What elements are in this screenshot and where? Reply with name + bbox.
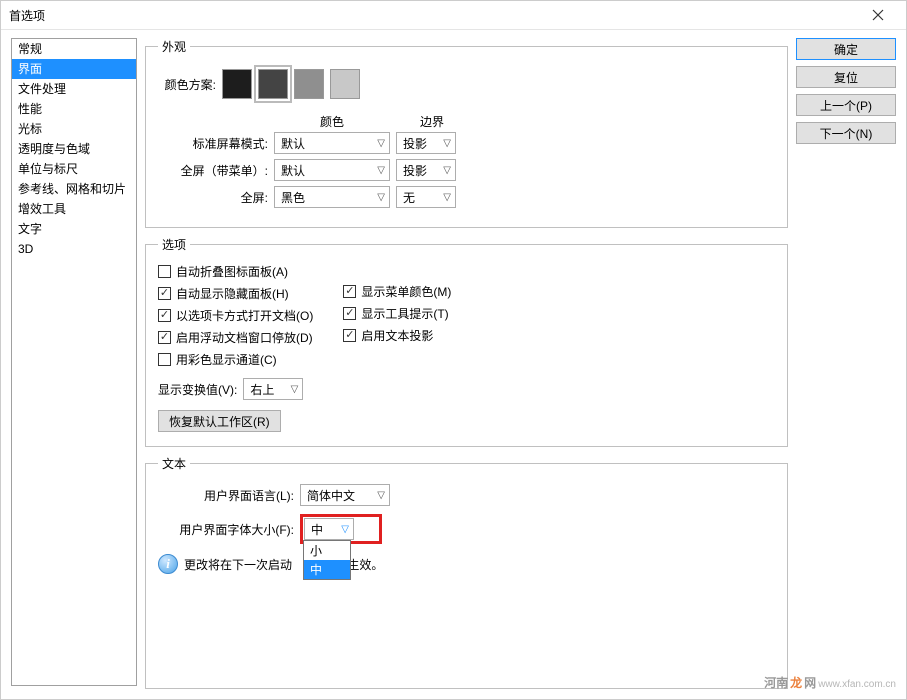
fullscreen-menu-label: 全屏（带菜单）: <box>158 162 268 179</box>
transform-values-label: 显示变换值(V): <box>158 381 237 398</box>
check-show-menu-colors[interactable]: 显示菜单颜色(M) <box>343 283 451 300</box>
info-icon: i <box>158 554 178 574</box>
sidebar-item-units[interactable]: 单位与标尺 <box>12 159 136 179</box>
restore-workspace-button[interactable]: 恢复默认工作区(R) <box>158 410 281 432</box>
check-enable-text-shadow[interactable]: 启用文本投影 <box>343 327 451 344</box>
font-size-option-small[interactable]: 小 <box>304 541 350 560</box>
chevron-down-icon: ▽ <box>291 384 299 395</box>
sidebar-item-performance[interactable]: 性能 <box>12 99 136 119</box>
reset-button[interactable]: 复位 <box>796 66 896 88</box>
text-group: 文本 用户界面语言(L): 简体中文▽ 用户界面字体大小(F): 中▽ 小 中 <box>145 455 788 689</box>
col-border-label: 边界 <box>402 113 462 130</box>
checkbox-icon <box>343 329 356 342</box>
ui-language-label: 用户界面语言(L): <box>158 487 294 504</box>
font-size-option-medium[interactable]: 中 <box>304 560 350 579</box>
swatch-lightest[interactable] <box>330 69 360 99</box>
checkbox-icon <box>158 309 171 322</box>
watermark: 河南龙网 www.xfan.com.cn <box>764 674 896 691</box>
color-scheme-row: 颜色方案: <box>158 69 775 99</box>
sidebar-item-transparency[interactable]: 透明度与色域 <box>12 139 136 159</box>
fullscreen-menu-color-select[interactable]: 默认▽ <box>274 159 390 181</box>
sidebar-item-plugins[interactable]: 增效工具 <box>12 199 136 219</box>
chevron-down-icon: ▽ <box>443 165 451 176</box>
preferences-window: 首选项 常规 界面 文件处理 性能 光标 透明度与色域 单位与标尺 参考线、网格… <box>0 0 907 700</box>
sidebar-item-interface[interactable]: 界面 <box>12 59 136 79</box>
check-enable-floating-dock[interactable]: 启用浮动文档窗口停放(D) <box>158 329 313 346</box>
options-group: 选项 自动折叠图标面板(A) 自动显示隐藏面板(H) 以选项卡方式打开文档(O)… <box>145 236 788 447</box>
dialog-body: 常规 界面 文件处理 性能 光标 透明度与色域 单位与标尺 参考线、网格和切片 … <box>1 30 906 699</box>
fullscreen-color-select[interactable]: 黑色▽ <box>274 186 390 208</box>
sidebar-item-cursors[interactable]: 光标 <box>12 119 136 139</box>
check-show-tooltips[interactable]: 显示工具提示(T) <box>343 305 451 322</box>
dialog-buttons: 确定 复位 上一个(P) 下一个(N) <box>796 38 896 689</box>
sidebar-item-general[interactable]: 常规 <box>12 39 136 59</box>
checkbox-icon <box>158 287 171 300</box>
fullscreen-menu-border-select[interactable]: 投影▽ <box>396 159 456 181</box>
checkbox-icon <box>158 353 171 366</box>
window-title: 首选项 <box>9 7 45 24</box>
titlebar: 首选项 <box>1 1 906 30</box>
ui-language-row: 用户界面语言(L): 简体中文▽ <box>158 484 775 506</box>
restore-row: 恢复默认工作区(R) <box>158 410 775 432</box>
standard-border-select[interactable]: 投影▽ <box>396 132 456 154</box>
chevron-down-icon: ▽ <box>341 524 349 535</box>
checkbox-icon <box>343 307 356 320</box>
restart-info-text: 更改将在下一次启动 p 时生效。 <box>184 556 383 573</box>
transform-values-row: 显示变换值(V): 右上▽ <box>158 378 775 400</box>
fullscreen-menu-row: 全屏（带菜单）: 默认▽ 投影▽ <box>158 159 775 181</box>
text-legend: 文本 <box>158 455 190 472</box>
check-auto-show-hidden[interactable]: 自动显示隐藏面板(H) <box>158 285 313 302</box>
chevron-down-icon: ▽ <box>377 165 385 176</box>
ui-font-size-label: 用户界面字体大小(F): <box>158 521 294 538</box>
sidebar-item-guides[interactable]: 参考线、网格和切片 <box>12 179 136 199</box>
checkbox-icon <box>158 331 171 344</box>
ok-button[interactable]: 确定 <box>796 38 896 60</box>
close-icon <box>872 9 884 21</box>
ui-language-select[interactable]: 简体中文▽ <box>300 484 390 506</box>
close-button[interactable] <box>858 1 898 29</box>
restart-info-row: i 更改将在下一次启动 p 时生效。 <box>158 554 775 574</box>
swatch-darkest[interactable] <box>222 69 252 99</box>
sidebar-item-type[interactable]: 文字 <box>12 219 136 239</box>
options-grid: 自动折叠图标面板(A) 自动显示隐藏面板(H) 以选项卡方式打开文档(O) 启用… <box>158 263 775 368</box>
fullscreen-border-select[interactable]: 无▽ <box>396 186 456 208</box>
chevron-down-icon: ▽ <box>377 490 385 501</box>
prev-button[interactable]: 上一个(P) <box>796 94 896 116</box>
swatch-light[interactable] <box>294 69 324 99</box>
chevron-down-icon: ▽ <box>377 138 385 149</box>
standard-color-select[interactable]: 默认▽ <box>274 132 390 154</box>
swatch-dark[interactable] <box>258 69 288 99</box>
fullscreen-row: 全屏: 黑色▽ 无▽ <box>158 186 775 208</box>
next-button[interactable]: 下一个(N) <box>796 122 896 144</box>
appearance-group: 外观 颜色方案: 颜色 边界 标准屏幕模式: <box>145 38 788 228</box>
standard-screen-row: 标准屏幕模式: 默认▽ 投影▽ <box>158 132 775 154</box>
chevron-down-icon: ▽ <box>377 192 385 203</box>
appearance-legend: 外观 <box>158 38 190 55</box>
mode-column-headers: 颜色 边界 <box>274 113 775 130</box>
color-scheme-swatches <box>222 69 360 99</box>
main-panel: 外观 颜色方案: 颜色 边界 标准屏幕模式: <box>145 38 788 689</box>
check-open-as-tabs[interactable]: 以选项卡方式打开文档(O) <box>158 307 313 324</box>
options-left-col: 自动折叠图标面板(A) 自动显示隐藏面板(H) 以选项卡方式打开文档(O) 启用… <box>158 263 313 368</box>
category-sidebar[interactable]: 常规 界面 文件处理 性能 光标 透明度与色域 单位与标尺 参考线、网格和切片 … <box>11 38 137 686</box>
transform-values-select[interactable]: 右上▽ <box>243 378 303 400</box>
check-auto-collapse[interactable]: 自动折叠图标面板(A) <box>158 263 313 280</box>
sidebar-item-3d[interactable]: 3D <box>12 239 136 259</box>
checkbox-icon <box>343 285 356 298</box>
sidebar-item-file-handling[interactable]: 文件处理 <box>12 79 136 99</box>
chevron-down-icon: ▽ <box>443 138 451 149</box>
color-scheme-label: 颜色方案: <box>158 76 216 93</box>
check-color-channels[interactable]: 用彩色显示通道(C) <box>158 351 313 368</box>
options-right-col: 显示菜单颜色(M) 显示工具提示(T) 启用文本投影 <box>343 263 451 368</box>
fullscreen-label: 全屏: <box>158 189 268 206</box>
options-legend: 选项 <box>158 236 190 253</box>
checkbox-icon <box>158 265 171 278</box>
ui-font-size-row: 用户界面字体大小(F): 中▽ 小 中 <box>158 514 775 544</box>
standard-screen-label: 标准屏幕模式: <box>158 135 268 152</box>
font-size-dropdown[interactable]: 小 中 <box>303 540 351 580</box>
col-color-label: 颜色 <box>274 113 390 130</box>
ui-font-size-select[interactable]: 中▽ <box>304 518 354 540</box>
chevron-down-icon: ▽ <box>443 192 451 203</box>
